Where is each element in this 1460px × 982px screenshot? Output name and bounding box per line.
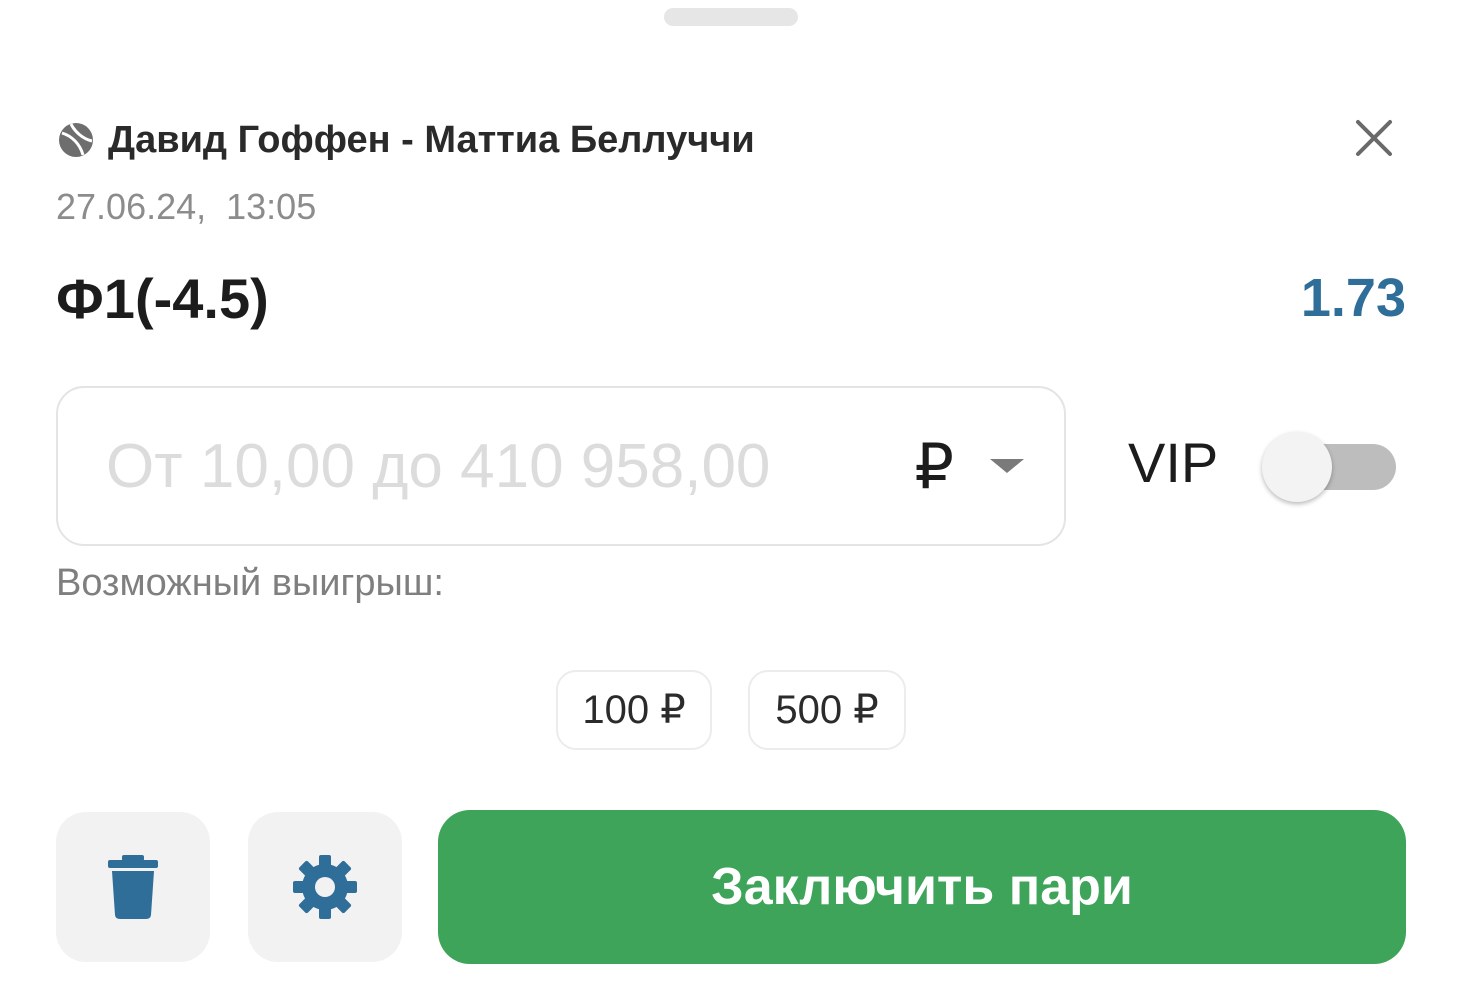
quick-amount-100-button[interactable]: 100 ₽	[556, 670, 712, 750]
settings-button[interactable]	[248, 812, 402, 962]
drag-handle[interactable]	[664, 8, 798, 26]
vip-toggle[interactable]	[1262, 432, 1396, 502]
quick-amount-500-button[interactable]: 500 ₽	[748, 670, 906, 750]
stake-field: ₽	[56, 386, 1066, 546]
tennis-ball-icon	[56, 120, 96, 160]
chevron-down-icon[interactable]	[990, 459, 1024, 473]
match-title: Давид Гоффен - Маттиа Беллуччи	[108, 118, 755, 161]
vip-label: VIP	[1128, 431, 1219, 494]
currency-symbol: ₽	[914, 432, 954, 502]
delete-button[interactable]	[56, 812, 210, 962]
market-name: Ф1(-4.5)	[56, 266, 269, 330]
trash-icon	[108, 855, 158, 919]
possible-winnings-label: Возможный выигрыш:	[56, 562, 444, 604]
place-bet-button[interactable]: Заключить пари	[438, 810, 1406, 964]
close-icon	[1356, 120, 1392, 156]
close-button[interactable]	[1344, 108, 1404, 168]
bet-slip-sheet: Давид Гоффен - Маттиа Беллуччи 27.06.24,…	[0, 0, 1460, 982]
stake-input[interactable]	[104, 429, 895, 503]
gear-icon	[293, 855, 357, 919]
vip-toggle-thumb	[1262, 432, 1332, 502]
market-odds: 1.73	[1300, 268, 1406, 328]
match-datetime: 27.06.24, 13:05	[56, 186, 317, 227]
market-row: Ф1(-4.5) 1.73	[56, 258, 1406, 338]
match-header: Давид Гоффен - Маттиа Беллуччи	[56, 112, 755, 168]
